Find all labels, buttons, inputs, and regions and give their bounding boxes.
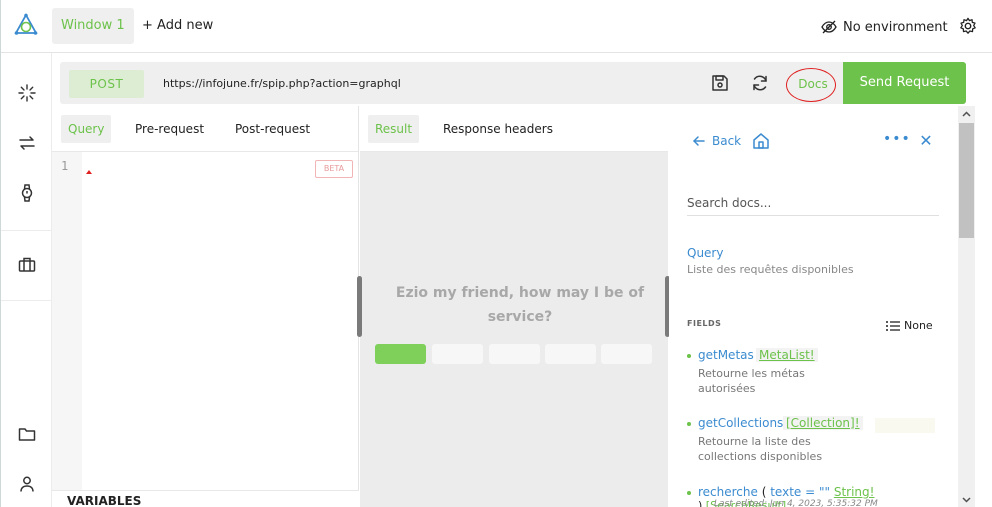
field-bullet [687, 354, 691, 358]
tab-pre-request[interactable]: Pre-request [128, 115, 211, 143]
field-bullet [687, 422, 691, 426]
eye-off-icon [821, 20, 837, 34]
docs-scrollbar[interactable] [958, 106, 975, 507]
rail-divider [1, 300, 52, 301]
query-pane: Query Pre-request Post-request 1 BETA VA… [52, 106, 359, 507]
close-icon[interactable]: ✕ [916, 131, 936, 151]
field-description: Retourne les métas autorisées [698, 367, 805, 395]
tab-response-headers[interactable]: Response headers [436, 115, 560, 143]
back-label: Back [712, 134, 742, 148]
line-number: 1 [61, 159, 69, 173]
loader-bar [601, 344, 652, 364]
docs-back-button[interactable]: Back [692, 131, 741, 151]
loader-bar [545, 344, 596, 364]
docs-pane: Back ••• ✕ Query Liste des requêtes disp… [669, 106, 958, 507]
arrow-left-icon [693, 136, 705, 146]
tab-post-request[interactable]: Post-request [228, 115, 317, 143]
editor-gutter [52, 152, 82, 490]
field-description: Retourne la liste des collections dispon… [698, 435, 823, 463]
briefcase-icon[interactable] [17, 255, 37, 275]
field-type-link[interactable]: [Collection]! [783, 416, 863, 430]
result-pane: Result Response headers Ezio my friend, … [357, 106, 670, 507]
swap-arrows-icon[interactable] [17, 133, 37, 153]
loader-bar [489, 344, 540, 364]
send-request-button[interactable]: Send Request [843, 62, 966, 104]
args-close-paren: ) [698, 499, 706, 507]
docs-query-description: Liste des requêtes disponibles [687, 263, 854, 276]
url-bar: POST Docs [60, 62, 966, 104]
loader-bar-active [375, 344, 426, 364]
left-sidebar [1, 53, 52, 507]
fields-heading: FIELDS [687, 319, 722, 328]
beta-badge: BETA [315, 160, 353, 178]
empty-result-message: Ezio my friend, how may I be of service? [395, 285, 645, 325]
variables-header[interactable]: VARIABLES [52, 490, 359, 507]
window-tab[interactable]: Window 1 [52, 8, 134, 44]
resize-handle-left[interactable] [357, 276, 362, 337]
docs-button[interactable]: Docs [787, 70, 839, 98]
result-tabs: Result Response headers [360, 106, 668, 152]
list-icon [886, 320, 900, 331]
watch-icon[interactable] [17, 183, 37, 203]
environment-label: No environment [843, 19, 948, 35]
query-tabs: Query Pre-request Post-request [52, 106, 358, 152]
docs-query-link[interactable]: Query [687, 246, 723, 260]
field-name-link[interactable]: getMetas [698, 348, 754, 362]
fields-sort-button[interactable]: None [886, 319, 933, 332]
field-name-link[interactable]: getCollections [698, 416, 783, 430]
field-name-link[interactable]: recherche [698, 485, 758, 499]
more-dots-icon[interactable]: ••• [883, 131, 910, 151]
field-arg: texte = "" [770, 485, 831, 499]
gear-icon[interactable] [959, 17, 977, 35]
collections-sparkle-icon[interactable] [17, 83, 37, 103]
scroll-up-icon[interactable] [961, 109, 972, 120]
last-edited-tooltip: Last edited: Jun 4, 2023, 5:35:32 PM [714, 499, 878, 507]
refresh-icon[interactable] [750, 73, 770, 93]
url-input[interactable] [153, 66, 696, 100]
scrollbar-thumb[interactable] [959, 123, 974, 238]
rail-divider [1, 230, 52, 231]
folder-icon[interactable] [17, 424, 37, 444]
field-type-link[interactable]: MetaList! [756, 348, 818, 362]
field-recherche-signature: recherche ( texte = "" String! [698, 485, 874, 499]
user-icon[interactable] [17, 474, 37, 494]
tab-result[interactable]: Result [368, 115, 420, 143]
docs-search-input[interactable] [687, 190, 939, 216]
loader-bar [432, 344, 483, 364]
environment-selector[interactable]: No environment [821, 17, 948, 37]
altair-logo-icon[interactable] [14, 13, 38, 37]
sort-label: None [904, 319, 933, 332]
method-selector[interactable]: POST [69, 70, 144, 98]
top-bar: Window 1 + Add new No environment [1, 0, 992, 53]
save-icon[interactable] [710, 73, 730, 93]
tab-query[interactable]: Query [61, 115, 112, 143]
home-icon[interactable] [751, 131, 771, 151]
add-new-window-button[interactable]: + Add new [142, 8, 213, 44]
field-hover-chip [875, 418, 935, 433]
args-open-paren: ( [757, 485, 771, 499]
editor-error-marker [86, 170, 92, 174]
field-arg-type-link[interactable]: String! [834, 485, 875, 499]
field-bullet [687, 491, 691, 495]
scroll-down-icon[interactable] [961, 494, 972, 505]
